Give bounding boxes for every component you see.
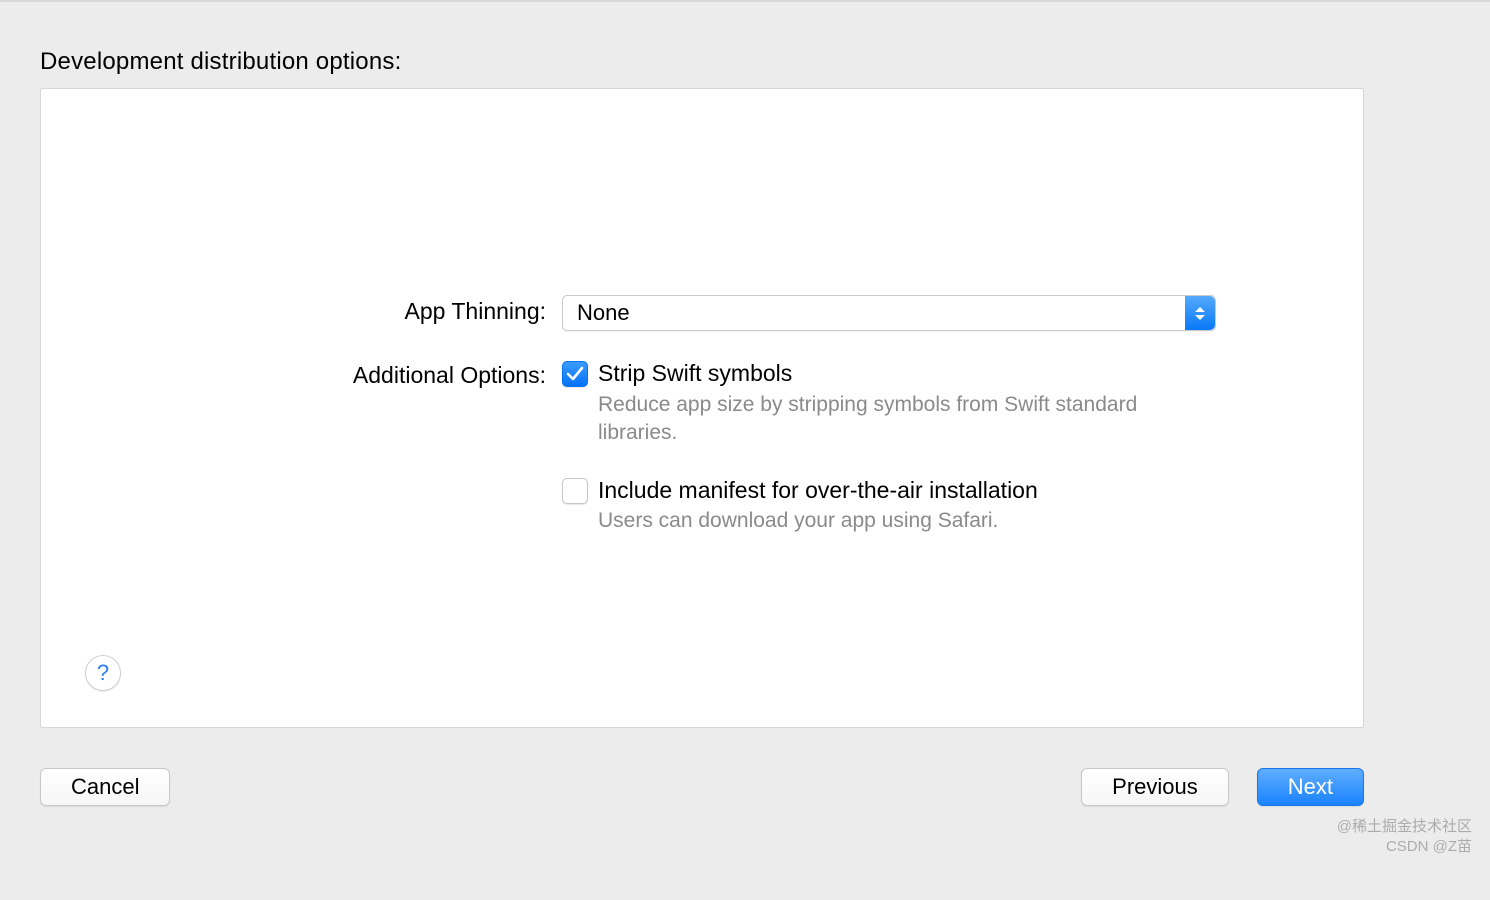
app-thinning-label: App Thinning:	[311, 295, 546, 325]
additional-options-row: Additional Options: Strip Swift symbols …	[311, 359, 1263, 564]
chevron-down-icon	[1195, 315, 1205, 320]
options-panel: App Thinning: None Additional Options:	[40, 88, 1364, 728]
form: App Thinning: None Additional Options:	[311, 295, 1263, 592]
checkmark-icon	[566, 365, 584, 383]
watermark: @稀土掘金技术社区 CSDN @Z苗	[1337, 817, 1472, 856]
watermark-line2: CSDN @Z苗	[1337, 837, 1472, 857]
app-thinning-value: None	[577, 300, 630, 326]
page-title: Development distribution options:	[40, 48, 401, 76]
dropdown-stepper-icon	[1185, 296, 1215, 330]
strip-swift-symbols-label: Strip Swift symbols	[598, 359, 1138, 389]
strip-swift-symbols-desc: Reduce app size by stripping symbols fro…	[598, 391, 1138, 448]
strip-swift-symbols-checkbox[interactable]	[562, 361, 588, 387]
app-thinning-row: App Thinning: None	[311, 295, 1263, 331]
help-button[interactable]: ?	[85, 655, 121, 691]
next-button[interactable]: Next	[1257, 768, 1364, 806]
include-manifest-desc: Users can download your app using Safari…	[598, 507, 1038, 535]
include-manifest-label: Include manifest for over-the-air instal…	[598, 476, 1038, 506]
top-divider	[0, 0, 1490, 2]
include-manifest-option: Include manifest for over-the-air instal…	[562, 476, 1263, 536]
watermark-line1: @稀土掘金技术社区	[1337, 817, 1472, 837]
chevron-up-icon	[1195, 307, 1205, 312]
previous-button[interactable]: Previous	[1081, 768, 1229, 806]
strip-swift-symbols-option: Strip Swift symbols Reduce app size by s…	[562, 359, 1263, 448]
app-thinning-dropdown[interactable]: None	[562, 295, 1216, 331]
button-bar: Cancel Previous Next	[40, 768, 1364, 806]
cancel-button[interactable]: Cancel	[40, 768, 170, 806]
include-manifest-checkbox[interactable]	[562, 478, 588, 504]
additional-options-label: Additional Options:	[311, 359, 546, 389]
